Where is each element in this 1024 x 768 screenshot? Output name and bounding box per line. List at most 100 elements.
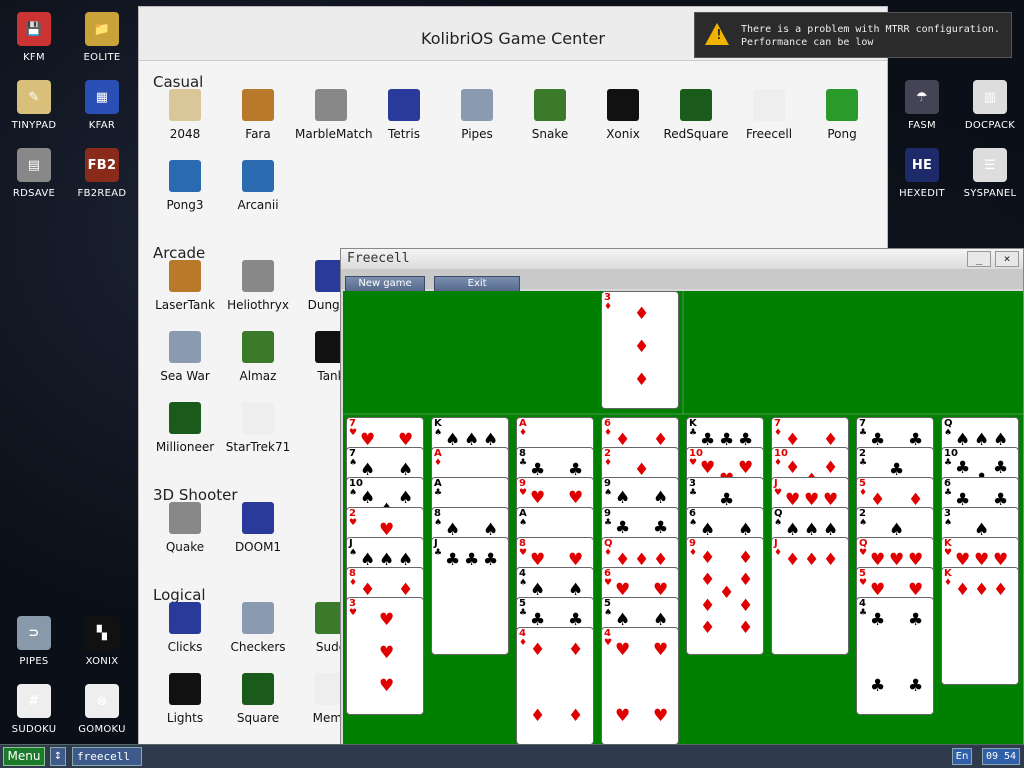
card-suit: ♥ — [604, 578, 613, 588]
card-col3-8[interactable]: 4 ♦ ♦ ♦ ♦ ♦ — [516, 627, 594, 745]
card-suit: ♣ — [434, 488, 443, 498]
exit-button[interactable]: Exit — [434, 276, 521, 292]
game-doom1[interactable]: DOOM1 — [222, 502, 294, 555]
eolite-icon: 📁 — [85, 12, 119, 46]
language-indicator[interactable]: En — [952, 748, 972, 765]
desktop-icon-gomoku[interactable]: ⊗ GOMOKU — [68, 684, 136, 735]
game-pipes[interactable]: Pipes — [441, 89, 513, 142]
card-pip: ♣ — [464, 550, 480, 570]
freecell-titlebar[interactable]: Freecell _ × — [341, 249, 1023, 269]
card-col7-7[interactable]: 4 ♣ ♣ ♣ ♣ ♣ — [856, 597, 934, 715]
pong3-icon — [169, 160, 201, 192]
card-col1-7[interactable]: 3 ♥ ♥ ♥ ♥ — [346, 597, 424, 715]
card-col2-5[interactable]: J ♣ ♣ ♣ ♣ — [431, 537, 509, 655]
card-pip: ♦ — [634, 370, 650, 390]
game-label: Checkers — [230, 640, 286, 654]
game-freecell[interactable]: Freecell — [733, 89, 805, 142]
game-square[interactable]: Square — [222, 673, 294, 726]
desktop-icon-hexedit[interactable]: HE HEXEDIT — [888, 148, 956, 199]
game-startrek71[interactable]: StarTrek71 — [222, 402, 294, 455]
foundation-card[interactable]: 3 ♦ ♦ ♦ ♦ — [601, 291, 679, 409]
card-suit: ♦ — [689, 548, 698, 558]
card-col8-6[interactable]: K ♦ ♦ ♦ ♦ — [941, 567, 1019, 685]
card-table[interactable]: 3♦♦♦♦7♥♥♥♥♥♥♥♥7♠♠♠♠♠♠♠♠10♠♠♠♠♠♠♠♠♠♠♠2♥♥♥… — [343, 291, 1023, 747]
game-lights[interactable]: Lights — [149, 673, 221, 726]
game-xonix[interactable]: Xonix — [587, 89, 659, 142]
game-label: Square — [236, 711, 280, 725]
desktop-icon-rdsave[interactable]: ▤ RDSAVE — [0, 148, 68, 199]
card-suit: ♥ — [519, 488, 528, 498]
card-pip: ♦ — [738, 596, 754, 616]
game-marblematch[interactable]: MarbleMatch — [295, 89, 373, 142]
taskbar-item-freecell[interactable]: freecell — [72, 747, 142, 766]
game-label: DOOM1 — [234, 540, 282, 554]
marblematch-icon — [315, 89, 347, 121]
card-suit: ♦ — [519, 638, 528, 648]
task-switch-button[interactable]: ↕ — [50, 747, 66, 766]
tetris-icon — [388, 89, 420, 121]
game-quake[interactable]: Quake — [149, 502, 221, 555]
game-snake[interactable]: Snake — [514, 89, 586, 142]
card-suit: ♦ — [774, 458, 783, 468]
desktop-icon-sudoku[interactable]: # SUDOKU — [0, 684, 68, 735]
game-clicks[interactable]: Clicks — [149, 602, 221, 655]
card-pip: ♥ — [568, 488, 584, 508]
desktop-icon-label: XONIX — [85, 656, 119, 667]
game-pong[interactable]: Pong — [806, 89, 878, 142]
game-lasertank[interactable]: LaserTank — [149, 260, 221, 313]
millioneer-icon — [169, 402, 201, 434]
card-col4-8[interactable]: 4 ♥ ♥ ♥ ♥ ♥ — [601, 627, 679, 745]
desktop-icon-xonix[interactable]: ▚ XONIX — [68, 616, 136, 667]
card-col6-5[interactable]: J ♦ ♦ ♦ ♦ — [771, 537, 849, 655]
game-redsquare[interactable]: RedSquare — [660, 89, 732, 142]
minimize-button[interactable]: _ — [967, 251, 991, 267]
game-label: Pong3 — [166, 198, 204, 212]
freecell-icon — [753, 89, 785, 121]
desktop-icon-label: GOMOKU — [78, 724, 126, 735]
game-millioneer[interactable]: Millioneer — [149, 402, 221, 455]
desktop-icon-label: DOCPACK — [964, 120, 1016, 131]
card-pip: ♦ — [738, 548, 754, 568]
close-button[interactable]: × — [995, 251, 1019, 267]
game-label: Tetris — [388, 127, 420, 141]
desktop-icon-eolite[interactable]: 📁 EOLITE — [68, 12, 136, 63]
card-pip: ♦ — [700, 570, 716, 590]
game-pong3[interactable]: Pong3 — [149, 160, 221, 213]
card-suit: ♣ — [859, 608, 868, 618]
lasertank-icon — [169, 260, 201, 292]
card-col5-5[interactable]: 9 ♦ ♦ ♦ ♦ ♦ ♦ ♦ ♦ ♦ ♦ — [686, 537, 764, 655]
desktop-icon-tinypad[interactable]: ✎ TINYPAD — [0, 80, 68, 131]
docpack-icon: ▥ — [973, 80, 1007, 114]
menu-button[interactable]: Menu — [3, 747, 45, 766]
game-label: Snake — [531, 127, 569, 141]
desktop-icon-docpack[interactable]: ▥ DOCPACK — [956, 80, 1024, 131]
desktop-icon-kfm[interactable]: 💾 KFM — [0, 12, 68, 63]
new-game-button[interactable]: New game — [345, 276, 425, 292]
game-label: Xonix — [606, 127, 640, 141]
game-fara[interactable]: Fara — [222, 89, 294, 142]
game-2048[interactable]: 2048 — [149, 89, 221, 142]
card-pip: ♠ — [398, 488, 414, 508]
game-tetris[interactable]: Tetris — [368, 89, 440, 142]
card-pip: ♣ — [908, 676, 924, 696]
card-pip: ♦ — [700, 596, 716, 616]
game-sea-war[interactable]: Sea War — [149, 331, 221, 384]
card-pip: ♦ — [785, 458, 801, 478]
game-label: Heliothryx — [227, 298, 289, 312]
desktop-icon-fb2read[interactable]: FB2 FB2READ — [68, 148, 136, 199]
xonix-icon — [607, 89, 639, 121]
desktop-icon-syspanel[interactable]: ☰ SYSPANEL — [956, 148, 1024, 199]
desktop-icon-pipes[interactable]: ⊃ PIPES — [0, 616, 68, 667]
mtrr-notification[interactable]: ! There is a problem with MTRR configura… — [694, 12, 1012, 58]
card-suit: ♠ — [604, 488, 613, 498]
card-pip: ♠ — [615, 488, 631, 508]
game-checkers[interactable]: Checkers — [222, 602, 294, 655]
game-arcanii[interactable]: Arcanii — [222, 160, 294, 213]
game-almaz[interactable]: Almaz — [222, 331, 294, 384]
desktop-icon-fasm[interactable]: ☂ FASM — [888, 80, 956, 131]
game-heliothryx[interactable]: Heliothryx — [222, 260, 294, 313]
desktop-icon-kfar[interactable]: ▦ KFAR — [68, 80, 136, 131]
card-suit: ♣ — [689, 428, 698, 438]
card-pip: ♣ — [653, 518, 669, 538]
game-label: Almaz — [239, 369, 277, 383]
